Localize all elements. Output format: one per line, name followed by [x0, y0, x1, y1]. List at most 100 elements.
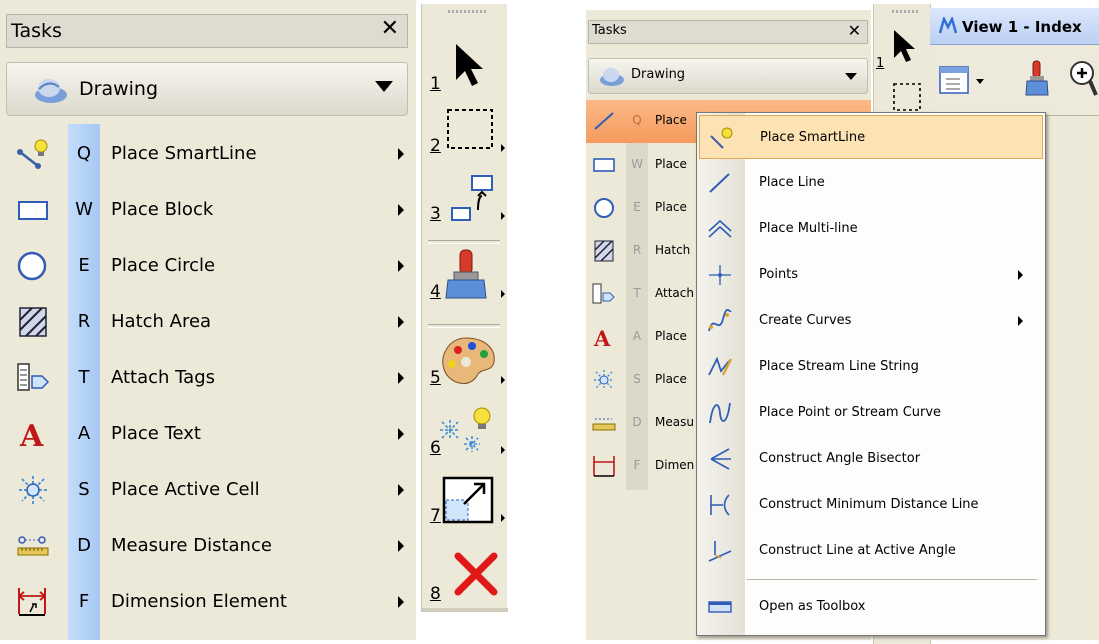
task-dropdown[interactable]: Drawing [588, 58, 868, 94]
expand-arrow-icon[interactable] [501, 514, 505, 522]
menu-item-construct-angle-bisector[interactable]: Construct Angle Bisector [699, 437, 1043, 481]
task-item-place-smartline[interactable]: Q Place SmartLine [6, 126, 416, 182]
shortcut-key: Q [632, 113, 642, 127]
toolbar-grip[interactable] [892, 10, 918, 13]
shortcut-key: A [632, 329, 642, 343]
cell-icon [19, 476, 47, 504]
menu-item-place-point-or-stream-curve[interactable]: Place Point or Stream Curve [699, 391, 1043, 435]
shortcut-key: W [75, 199, 93, 220]
submenu-arrow-icon[interactable] [398, 484, 404, 496]
task-label: Place Circle [111, 255, 216, 276]
tasks-panel-large: Tasks ✕ Drawing Q Place SmartLine W Plac… [0, 0, 416, 640]
menu-item-place-stream-line-string[interactable]: Place Stream Line String [699, 345, 1043, 389]
toolbar-grip[interactable] [448, 10, 486, 13]
chevron-down-icon[interactable] [845, 73, 857, 80]
min-distance-icon [710, 494, 730, 516]
tool-number: 1 [430, 74, 441, 94]
task-item-measure-distance[interactable]: D Measure Distance [6, 518, 416, 574]
menu-item-place-multi-line[interactable]: Place Multi-line [699, 207, 1043, 251]
submenu-arrow-icon[interactable] [398, 204, 404, 216]
task-item-dimension-element[interactable]: F Dimension Element [6, 574, 416, 630]
menu-item-points[interactable]: Points [699, 253, 1043, 297]
submenu-arrow-icon[interactable] [398, 540, 404, 552]
close-icon[interactable]: ✕ [381, 16, 399, 41]
task-label: Hatch Area [111, 311, 212, 332]
angle-bisector-icon [710, 448, 731, 470]
chevron-down-icon[interactable] [375, 81, 393, 92]
task-label: Attach [655, 286, 694, 300]
close-icon[interactable]: ✕ [848, 21, 861, 40]
tool-change-attributes[interactable]: 4 [426, 248, 506, 304]
tool-number: 2 [430, 136, 441, 156]
menu-item-construct-line-at-active-angle[interactable]: Construct Line at Active Angle [699, 529, 1043, 573]
menu-item-label: Points [759, 267, 799, 282]
tool-cell-library[interactable]: 6 [426, 404, 506, 460]
circle-icon [594, 198, 614, 218]
line-icon [709, 173, 730, 193]
shortcut-key: S [633, 372, 641, 386]
expand-arrow-icon[interactable] [501, 290, 505, 298]
expand-arrow-icon[interactable] [501, 446, 505, 454]
block-icon [18, 201, 48, 220]
active-angle-icon [708, 541, 732, 562]
tool-manipulate[interactable]: 3 [426, 170, 506, 226]
submenu-arrow-icon[interactable] [398, 316, 404, 328]
menu-item-construct-minimum-distance-line[interactable]: Construct Minimum Distance Line [699, 483, 1043, 527]
line-icon [594, 112, 614, 130]
tool-element-selection[interactable]: 1 [426, 40, 506, 96]
shortcut-key: T [633, 286, 641, 300]
task-item-place-block[interactable]: W Place Block [6, 182, 416, 238]
zoom-in-icon[interactable] [1068, 59, 1098, 99]
expand-arrow-icon[interactable] [501, 376, 505, 384]
multiline-icon [708, 219, 732, 238]
submenu-arrow-icon[interactable] [398, 428, 404, 440]
arrow-pointer-icon[interactable] [890, 28, 920, 66]
smartline-icon [710, 127, 733, 149]
view-attributes-icon[interactable] [938, 65, 970, 95]
task-item-place-text[interactable]: A A Place Text [6, 406, 416, 462]
shortcut-key: S [78, 479, 90, 500]
submenu-arrow-icon[interactable] [398, 372, 404, 384]
menu-separator [747, 579, 1037, 580]
view-toolbar [930, 45, 1099, 116]
measure-icon [17, 536, 49, 556]
menu-item-place-smartline[interactable]: Place SmartLine [699, 115, 1043, 159]
expand-arrow-icon[interactable] [501, 212, 505, 220]
task-label: Place SmartLine [111, 143, 257, 164]
tool-delete[interactable]: 8 [426, 550, 506, 606]
panel-title-bar: Tasks ✕ [6, 14, 408, 48]
task-item-hatch-area[interactable]: R Hatch Area [6, 294, 416, 350]
task-item-place-active-cell[interactable]: S Place Active Cell [6, 462, 416, 518]
delete-x-icon [454, 552, 498, 596]
panel-title-bar: Tasks ✕ [588, 20, 868, 44]
submenu-arrow-icon[interactable] [398, 596, 404, 608]
menu-item-label: Construct Minimum Distance Line [759, 497, 979, 512]
dimension-icon [18, 588, 46, 616]
tool-fence[interactable]: 2 [426, 102, 506, 158]
menu-item-label: Place Line [759, 175, 825, 190]
tool-scale[interactable]: 7 [426, 472, 506, 528]
fence-icon[interactable] [892, 82, 922, 112]
panel-title: Tasks [592, 23, 627, 38]
chevron-down-icon[interactable] [976, 79, 984, 84]
menu-item-create-curves[interactable]: Create Curves [699, 299, 1043, 343]
toolbar-separator [428, 324, 500, 328]
submenu-arrow-icon[interactable] [398, 148, 404, 160]
tool-number: 5 [430, 368, 441, 388]
svg-text:A: A [19, 419, 44, 450]
submenu-arrow-icon [1018, 270, 1023, 280]
task-item-place-circle[interactable]: E Place Circle [6, 238, 416, 294]
menu-item-open-as-toolbox[interactable]: Open as Toolbox [699, 585, 1043, 629]
tool-palette[interactable]: 5 [426, 334, 506, 390]
menu-item-place-line[interactable]: Place Line [699, 161, 1043, 205]
submenu-arrow-icon[interactable] [398, 260, 404, 272]
expand-arrow-icon[interactable] [501, 144, 505, 152]
hatch-icon [19, 307, 47, 337]
task-item-attach-tags[interactable]: T Attach Tags [6, 350, 416, 406]
tool-number: 1 [876, 56, 885, 71]
paintbrush-icon[interactable] [1022, 59, 1052, 99]
task-label: Hatch [655, 243, 691, 257]
tool-number: 4 [430, 282, 441, 302]
task-dropdown[interactable]: Drawing [6, 62, 408, 116]
stream-line-icon [708, 356, 733, 376]
